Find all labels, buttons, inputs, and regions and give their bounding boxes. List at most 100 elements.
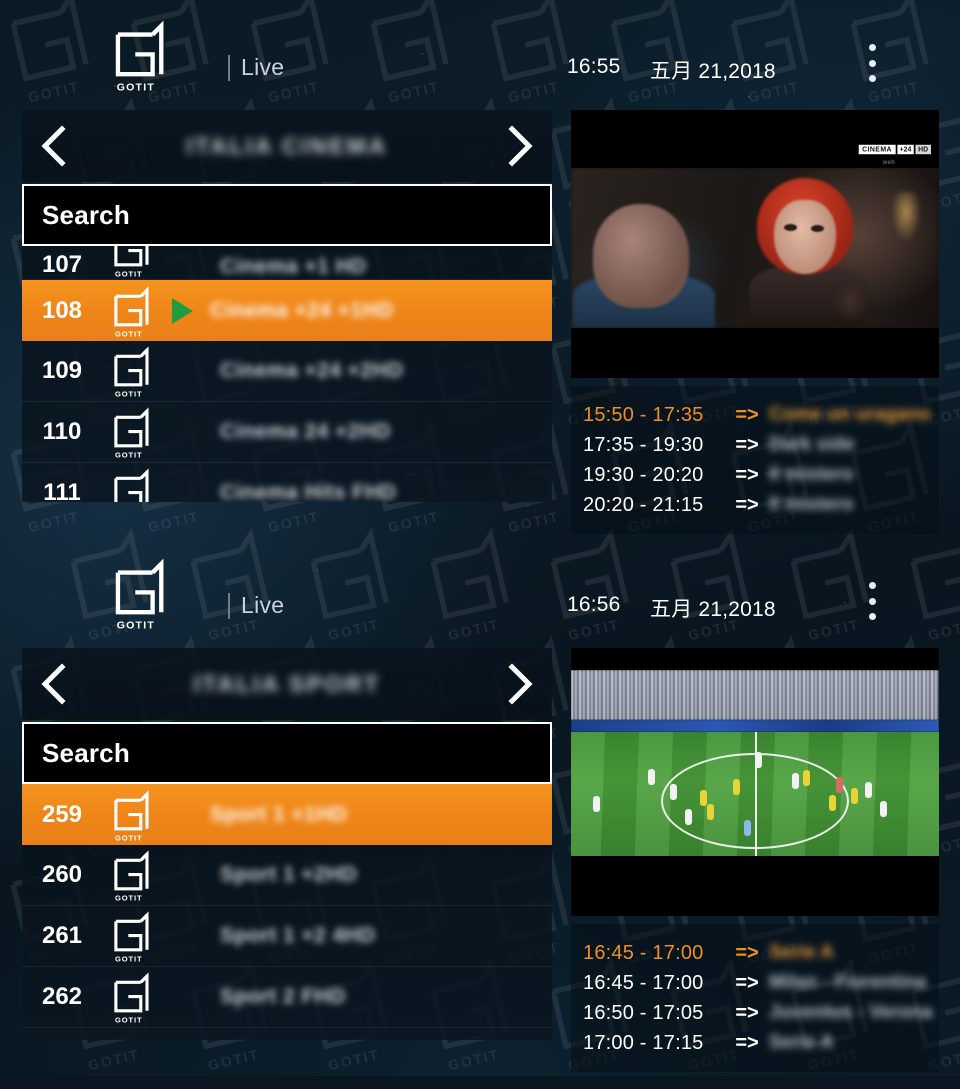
- epg-program-title: Serie A: [769, 942, 834, 963]
- channel-number: 111: [43, 479, 81, 502]
- channel-list[interactable]: 259 Sport 1 +1HD 260 Sport 1 +2HD 261 Sport 1…: [22, 784, 552, 1040]
- channel-row[interactable]: 108 Cinema +24 +1HD: [22, 280, 552, 341]
- channel-row[interactable]: 262 Sport 2 FHD: [22, 967, 552, 1028]
- mode-label: Live: [241, 592, 285, 618]
- chevron-right-icon[interactable]: [504, 662, 538, 706]
- channel-logo-icon: [102, 404, 160, 460]
- epg-arrow-icon: =>: [735, 433, 759, 456]
- search-input-value: Search: [42, 199, 130, 230]
- chevron-left-icon[interactable]: [36, 124, 70, 168]
- channel-browser: ITALIA SPORT Search 259 Sport 1 +1HD 260 Spor…: [22, 648, 552, 1040]
- video-preview-cinema[interactable]: [571, 168, 939, 328]
- player-marker: [828, 795, 836, 812]
- category-selector: ITALIA CINEMA: [22, 110, 552, 182]
- epg-arrow-icon: =>: [735, 463, 759, 486]
- channel-logo-icon: [102, 283, 160, 339]
- search-input[interactable]: Search: [22, 722, 552, 784]
- kebab-menu-icon[interactable]: [868, 44, 876, 82]
- video-preview[interactable]: CINEMA +24 HD web: [571, 110, 939, 378]
- channel-row[interactable]: 260 Sport 1 +2HD: [22, 845, 552, 906]
- epg-program-title: Come un uragano: [769, 404, 931, 425]
- epg-row[interactable]: 20:20 - 21:15 => Il mistero: [583, 490, 939, 520]
- channel-name: Sport 1 +2HD: [220, 863, 358, 886]
- badge-offset: +24: [897, 144, 915, 155]
- search-input[interactable]: Search: [22, 184, 552, 246]
- kebab-menu-icon[interactable]: [868, 582, 876, 620]
- epg-time: 19:30 - 20:20: [583, 463, 704, 486]
- epg-arrow-icon: =>: [735, 971, 759, 994]
- channel-list[interactable]: 107 Cinema +1 HD 108 Cinema +24 +1HD 109 Cine…: [22, 246, 552, 502]
- epg-program-title: Dark side: [769, 434, 855, 455]
- channel-name: Cinema +1 HD: [220, 255, 367, 278]
- channel-logo-icon: [102, 847, 160, 903]
- epg-row[interactable]: 16:45 - 17:00 => Serie A: [583, 938, 939, 968]
- epg-row[interactable]: 16:45 - 17:00 => Milan - Fiorentina: [583, 968, 939, 998]
- player-marker: [670, 784, 678, 801]
- preview-column: CINEMA +24 HD web 15:50 - 17:35 => Come un ura…: [571, 110, 939, 534]
- channel-name: Cinema Hits FHD: [220, 481, 397, 502]
- channel-row[interactable]: 110 Cinema 24 +2HD: [22, 402, 552, 463]
- player-marker: [685, 808, 693, 825]
- channel-name: Sport 2 FHD: [220, 985, 346, 1008]
- channel-row[interactable]: 107 Cinema +1 HD: [22, 246, 552, 280]
- player-marker: [850, 787, 858, 804]
- chevron-left-icon[interactable]: [36, 662, 70, 706]
- player-marker: [707, 803, 715, 820]
- player-marker: [802, 770, 810, 787]
- video-preview[interactable]: [571, 648, 939, 916]
- screen-panel-cinema: Live 16:55 五月 21,2018 ITALIA CINEMA Search 10…: [0, 0, 960, 538]
- mode-label: Live: [241, 54, 285, 80]
- channel-name: Sport 1 +1HD: [210, 802, 348, 826]
- football-pitch: [571, 732, 939, 856]
- epg-time: 15:50 - 17:35: [583, 403, 704, 426]
- channel-row[interactable]: 261 Sport 1 +2 4HD: [22, 906, 552, 967]
- scene-lamp: [891, 192, 921, 242]
- epg-arrow-icon: =>: [735, 1001, 759, 1024]
- epg-program-title: Il mistero: [769, 464, 854, 485]
- channel-row[interactable]: 109 Cinema +24 +2HD: [22, 341, 552, 402]
- actor-woman-face: [774, 200, 836, 274]
- video-preview-sport[interactable]: [571, 670, 939, 892]
- epg-program-title: Il mistero: [769, 494, 854, 515]
- epg-row[interactable]: 17:35 - 19:30 => Dark side: [583, 430, 939, 460]
- advert-board: [571, 720, 939, 732]
- channel-logo-icon: [102, 343, 160, 399]
- center-circle: [661, 753, 849, 850]
- header-date: 五月 21,2018: [650, 60, 776, 83]
- epg-row[interactable]: 19:30 - 20:20 => Il mistero: [583, 460, 939, 490]
- channel-number: 109: [41, 357, 83, 384]
- player-marker: [791, 772, 799, 789]
- epg-time: 16:45 - 17:00: [583, 941, 704, 964]
- epg-row[interactable]: 16:50 - 17:05 => Juventus - Verona: [583, 998, 939, 1028]
- mode-indicator: Live: [228, 54, 284, 81]
- channel-watermark-badge: CINEMA +24 HD: [859, 144, 931, 155]
- channel-number: 110: [42, 418, 82, 445]
- badge-quality: HD: [915, 144, 931, 155]
- divider-bar: [228, 54, 230, 81]
- channel-number: 107: [41, 251, 83, 278]
- app-header: Live 16:55 五月 21,2018: [0, 0, 960, 110]
- epg-arrow-icon: =>: [735, 1031, 759, 1054]
- channel-name: Cinema +24 +1HD: [210, 298, 394, 322]
- player-marker: [593, 796, 601, 813]
- badge-channel-name: CINEMA: [859, 144, 896, 155]
- chevron-right-icon[interactable]: [504, 124, 538, 168]
- player-marker: [743, 820, 751, 837]
- channel-logo-icon: [102, 246, 160, 279]
- search-input-value: Search: [42, 737, 130, 768]
- channel-row[interactable]: 111 Cinema Hits FHD: [22, 463, 552, 502]
- player-marker: [755, 751, 762, 768]
- header-date: 五月 21,2018: [650, 598, 776, 621]
- header-clock: 16:55: [567, 55, 621, 78]
- channel-number: 260: [41, 861, 83, 888]
- letterbox-bottom: [571, 856, 939, 892]
- screen-panel-sport: Live 16:56 五月 21,2018 ITALIA SPORT Search 259…: [0, 538, 960, 1076]
- epg-row[interactable]: 15:50 - 17:35 => Come un uragano: [583, 400, 939, 430]
- player-marker: [699, 790, 707, 807]
- channel-logo-icon: [102, 787, 160, 843]
- channel-row[interactable]: 259 Sport 1 +1HD: [22, 784, 552, 845]
- actor-man-head: [593, 204, 689, 308]
- play-icon: [172, 297, 206, 324]
- epg-row[interactable]: 17:00 - 17:15 => Serie A: [583, 1028, 939, 1058]
- epg-time: 20:20 - 21:15: [583, 493, 704, 516]
